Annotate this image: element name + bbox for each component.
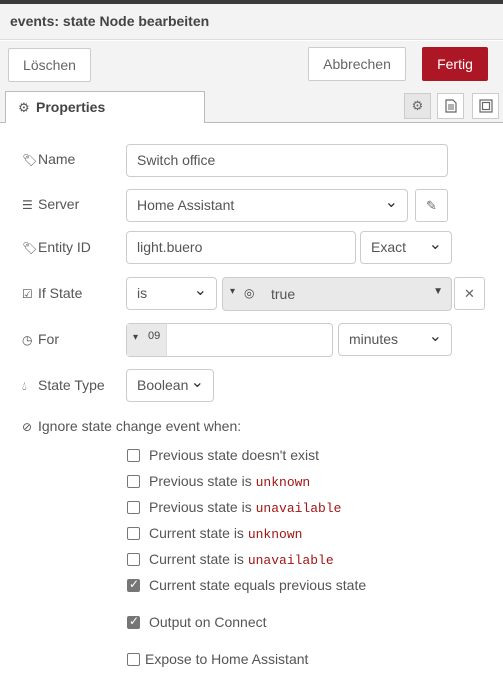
server-icon: ☰ [22,198,33,212]
boolean-type-icon: ◎ [244,286,255,300]
expose-label: Expose to Home Assistant [145,651,309,667]
server-select[interactable]: Home Assistant [126,189,408,222]
tabs-bar: ⚙ Properties ⚙ [0,89,503,124]
clock-icon: ◷ [22,333,33,347]
pencil-icon: ✎ [426,198,437,213]
state-type-select[interactable]: Boolean [126,369,214,402]
edit-server-button[interactable]: ✎ [415,189,448,222]
entity-id-label: 🏷︎Entity ID [22,239,91,255]
properties-panel: 🏷︎Name Switch office ☰ Server Home Assist… [0,123,503,686]
type-dropdown-icon: ▾ [133,332,139,343]
ignore-label-1: Previous state is unknown [149,473,311,490]
file-icon [444,99,457,113]
state-type-label-text: State Type [38,377,105,393]
if-state-value: true [271,286,296,302]
output-on-connect-checkbox[interactable] [127,614,140,629]
ignore-checkbox-3[interactable] [127,527,140,540]
tag-icon: 🏷︎ [22,153,38,167]
action-bar: Löschen Abbrechen Fertig [0,41,503,89]
tab-properties-label: Properties [36,99,106,115]
name-label-text: Name [38,151,76,167]
if-state-label: ☑ If State [22,285,82,301]
if-state-label-text: If State [38,285,83,301]
ignore-checkbox-2[interactable] [127,501,140,514]
type-dropdown-icon[interactable]: ▾ [230,286,235,297]
cancel-button[interactable]: Abbrechen [308,47,406,81]
ignore-checkbox-1[interactable] [127,475,140,488]
for-unit-select[interactable]: minutes [338,323,452,356]
number-type-icon: 09 [148,330,161,342]
if-state-operator-select[interactable]: is [126,277,217,310]
ignore-label-3: Current state is unknown [149,525,303,542]
ignore-label-0: Previous state doesn't exist [149,447,319,463]
frame-icon [478,99,493,113]
entity-match-select[interactable]: Exact [360,231,452,264]
entity-id-label-text: Entity ID [38,239,91,255]
ignore-checkbox-5[interactable] [127,577,140,592]
dialog-title: events: state Node bearbeiten [0,4,503,40]
server-label: ☰ Server [22,196,79,212]
checkbox-icon: ☑ [22,287,33,301]
ignore-checkbox-4[interactable] [127,553,140,566]
state-type-label: 💧︎ State Type [22,377,105,394]
ignore-label-5: Current state equals previous state [149,577,367,593]
for-type-selector[interactable]: ▾ 09 [127,324,167,356]
expose-checkbox[interactable] [127,653,140,666]
ban-icon: ⊘ [22,420,33,434]
for-label-text: For [38,331,59,347]
tab-properties[interactable]: ⚙ Properties [5,91,205,124]
ignore-checkbox-0[interactable] [127,449,140,462]
output-on-connect-label: Output on Connect [149,614,267,630]
delete-button[interactable]: Löschen [8,48,91,82]
gear-icon: ⚙ [18,100,30,115]
caret-down-icon: ▼ [433,286,443,297]
done-button[interactable]: Fertig [422,47,488,81]
ignore-heading: ⊘ Ignore state change event when: [22,418,241,434]
entity-id-input[interactable]: light.buero [126,231,356,264]
if-state-value-input[interactable]: ▾ ◎ true ▼ [222,277,452,311]
ignore-heading-text: Ignore state change event when: [38,418,242,434]
ignore-label-4: Current state is unavailable [149,551,334,568]
name-label: 🏷︎Name [22,151,75,167]
clear-if-state-button[interactable]: ✕ [454,277,485,310]
close-icon: ✕ [464,286,475,301]
droplet-icon: 💧︎ [22,379,27,393]
for-duration-input[interactable]: ▾ 09 [126,323,333,357]
properties-tab-button[interactable]: ⚙ [404,93,431,119]
server-label-text: Server [38,196,80,212]
for-label: ◷ For [22,331,59,347]
appearance-tab-button[interactable] [472,93,499,119]
name-input[interactable]: Switch office [126,144,448,177]
gear-icon: ⚙ [411,98,424,113]
tag-icon: 🏷︎ [22,241,38,255]
ignore-label-2: Previous state is unavailable [149,499,342,516]
description-tab-button[interactable] [437,93,464,119]
